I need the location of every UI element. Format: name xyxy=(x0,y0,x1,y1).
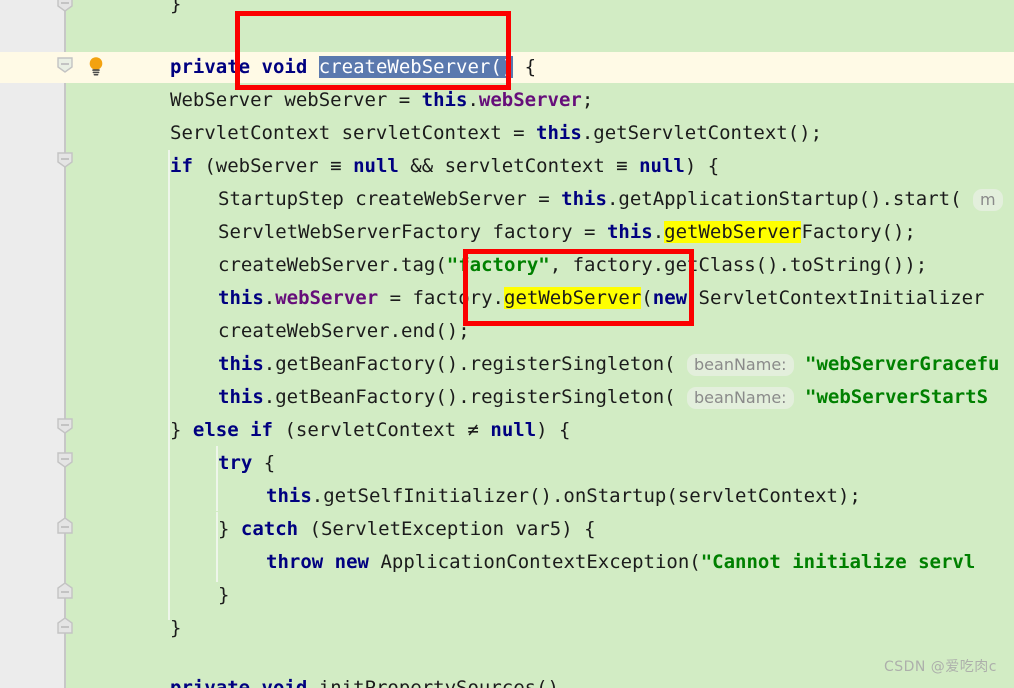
code-line[interactable]: private void initPropertySources() xyxy=(0,672,559,688)
inlay-hint: beanName: xyxy=(687,354,794,376)
fold-collapse-icon[interactable] xyxy=(56,452,74,468)
code-line[interactable]: this.webServer = factory.getWebServer(ne… xyxy=(0,282,985,315)
code-editor[interactable]: } private void createWebServer() { WebSe… xyxy=(0,0,1014,688)
code-line[interactable]: createWebServer.end(); xyxy=(0,315,470,348)
code-line[interactable]: this.getBeanFactory().registerSingleton(… xyxy=(0,348,999,381)
code-line[interactable]: ServletContext servletContext = this.get… xyxy=(0,117,822,150)
highlighted-occurrence: getWebServer xyxy=(504,287,642,309)
highlighted-occurrence: getWebServer xyxy=(664,221,802,243)
code-line[interactable]: ServletWebServerFactory factory = this.g… xyxy=(0,216,916,249)
fold-expand-icon[interactable] xyxy=(56,517,74,534)
code-line[interactable]: WebServer webServer = this.webServer; xyxy=(0,84,593,117)
fold-expand-icon[interactable] xyxy=(56,582,74,599)
fold-collapse-icon[interactable] xyxy=(56,418,74,434)
inlay-hint: m xyxy=(972,189,1003,211)
code-line[interactable]: StartupStep createWebServer = this.getAp… xyxy=(0,183,1003,216)
fold-expand-icon[interactable] xyxy=(56,617,74,634)
fold-collapse-icon[interactable] xyxy=(56,57,74,73)
code-content[interactable]: } private void createWebServer() { WebSe… xyxy=(0,0,1014,688)
selected-token[interactable]: createWebServer() xyxy=(318,56,514,78)
watermark: CSDN @爱吃肉c xyxy=(883,659,997,675)
fold-collapse-icon[interactable] xyxy=(56,0,74,12)
inlay-hint: beanName: xyxy=(687,387,794,409)
code-line[interactable]: createWebServer.tag("factory", factory.g… xyxy=(0,249,927,282)
lightbulb-icon[interactable] xyxy=(85,55,107,77)
code-line[interactable]: this.getSelfInitializer().onStartup(serv… xyxy=(0,480,861,513)
code-line[interactable]: throw new ApplicationContextException("C… xyxy=(0,546,975,579)
code-line[interactable]: this.getBeanFactory().registerSingleton(… xyxy=(0,381,988,414)
fold-collapse-icon[interactable] xyxy=(56,152,74,168)
